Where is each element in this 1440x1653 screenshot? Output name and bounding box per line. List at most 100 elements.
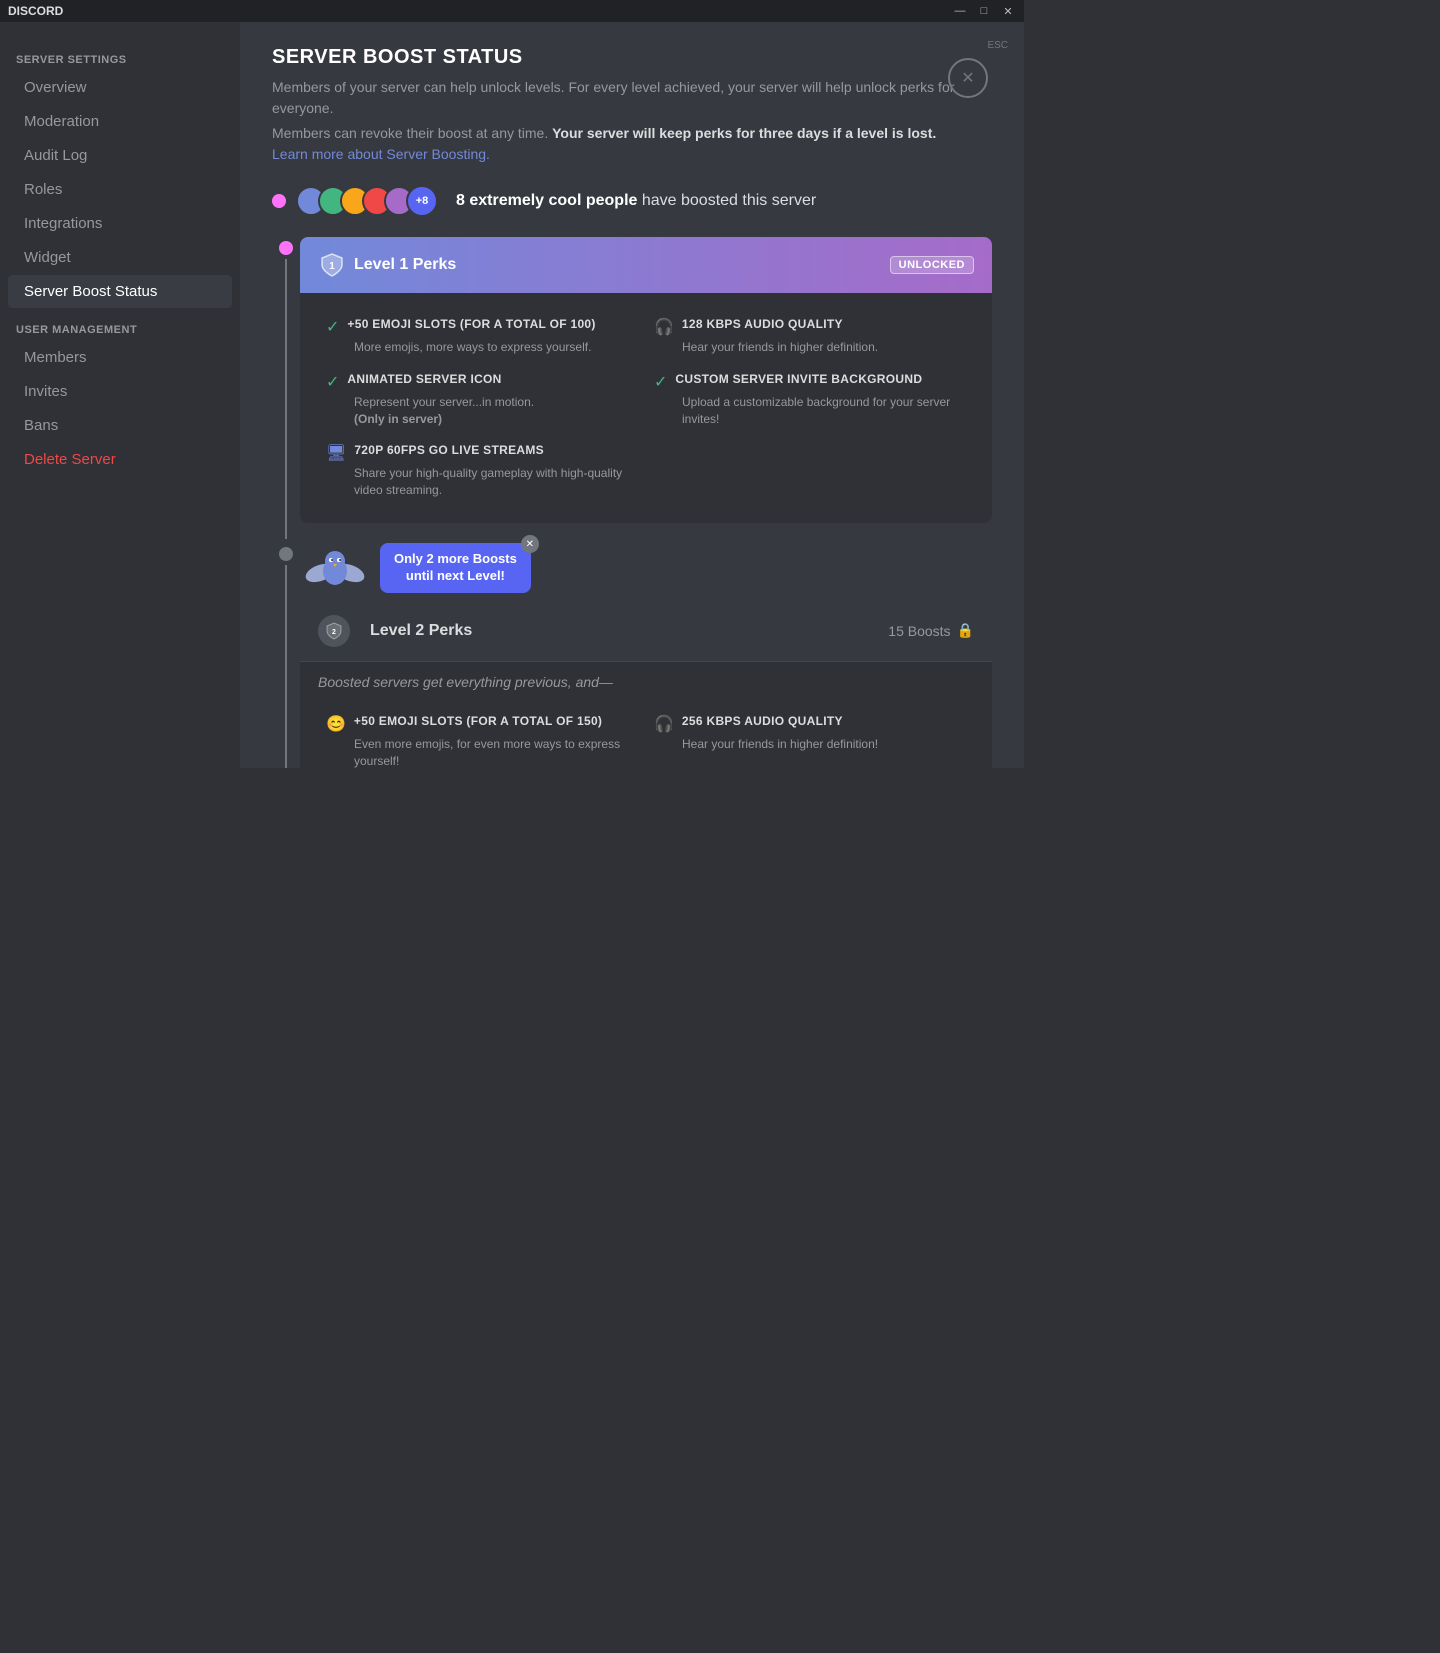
description-1: Members of your server can help unlock l… bbox=[272, 77, 992, 119]
sidebar-item-widget[interactable]: Widget bbox=[8, 241, 232, 274]
sidebar-item-audit-log[interactable]: Audit Log bbox=[8, 139, 232, 172]
titlebar: DISCORD — □ ✕ bbox=[0, 0, 1024, 22]
check-icon: ✓ bbox=[326, 372, 339, 392]
lock-icon: 🔒 bbox=[957, 622, 974, 639]
level1-timeline-dot bbox=[272, 194, 286, 208]
level1-timeline bbox=[272, 241, 300, 539]
perk-title: 256 KBPS AUDIO QUALITY bbox=[682, 714, 843, 728]
sidebar-item-label: Integrations bbox=[24, 215, 102, 232]
tooltip-line1: Only 2 more Boosts bbox=[394, 551, 517, 568]
perk-header: ✓ +50 EMOJI SLOTS (FOR A TOTAL OF 100) bbox=[326, 317, 638, 337]
sidebar-item-members[interactable]: Members bbox=[8, 341, 232, 374]
perk-title: +50 EMOJI SLOTS (FOR A TOTAL OF 100) bbox=[347, 317, 595, 331]
minimize-button[interactable]: — bbox=[952, 5, 968, 18]
level2-timeline bbox=[272, 547, 300, 768]
boost-mascot-svg bbox=[300, 543, 370, 593]
sidebar-item-overview[interactable]: Overview bbox=[8, 71, 232, 104]
sidebar-item-label: Widget bbox=[24, 249, 71, 266]
sidebar: SERVER SETTINGS Overview Moderation Audi… bbox=[0, 22, 240, 768]
boost-mascot bbox=[300, 543, 370, 593]
level1-title-text: Level 1 Perks bbox=[354, 256, 456, 274]
sidebar-item-label: Roles bbox=[24, 181, 62, 198]
perk-desc: Even more emojis, for even more ways to … bbox=[326, 736, 638, 768]
sidebar-item-label: Invites bbox=[24, 383, 67, 400]
perk-header: 🎧 128 KBPS AUDIO QUALITY bbox=[654, 317, 966, 337]
perk-item: ✓ CUSTOM SERVER INVITE BACKGROUND Upload… bbox=[646, 364, 974, 436]
level1-content: 1 Level 1 Perks UNLOCKED ✓ +50 EMOJI SLO… bbox=[300, 237, 992, 539]
sidebar-item-integrations[interactable]: Integrations bbox=[8, 207, 232, 240]
page-title: SERVER BOOST STATUS bbox=[272, 46, 992, 69]
sidebar-item-label: Members bbox=[24, 349, 87, 366]
headphones-icon: 🎧 bbox=[654, 317, 674, 337]
booster-count-badge: +8 bbox=[406, 185, 438, 217]
description-2-prefix: Members can revoke their boost at any ti… bbox=[272, 125, 552, 141]
close-dialog-button[interactable]: ✕ bbox=[948, 58, 988, 98]
perk-desc: Upload a customizable background for you… bbox=[654, 394, 966, 428]
booster-avatars: +8 bbox=[296, 185, 432, 217]
level1-perks-grid: ✓ +50 EMOJI SLOTS (FOR A TOTAL OF 100) M… bbox=[300, 293, 992, 523]
perk-header: ✓ ANIMATED SERVER ICON bbox=[326, 372, 638, 392]
level2-icon-circle: 2 bbox=[318, 615, 350, 647]
level2-dot bbox=[279, 547, 293, 561]
boosters-text: 8 extremely cool people have boosted thi… bbox=[456, 192, 816, 210]
level1-line bbox=[285, 259, 287, 539]
perk-desc: Share your high-quality gameplay with hi… bbox=[326, 465, 638, 499]
level2-tooltip-area: Only 2 more Boosts until next Level! ✕ bbox=[300, 543, 992, 593]
tooltip-close-button[interactable]: ✕ bbox=[521, 535, 539, 553]
perk-header: 🎧 256 KBPS AUDIO QUALITY bbox=[654, 714, 966, 734]
sidebar-item-label: Delete Server bbox=[24, 451, 116, 468]
boosters-suffix: have boosted this server bbox=[637, 192, 816, 209]
maximize-button[interactable]: □ bbox=[976, 5, 992, 18]
level2-shield-icon: 2 bbox=[324, 621, 344, 641]
description-2: Members can revoke their boost at any ti… bbox=[272, 123, 992, 165]
screen-icon: 🖥 bbox=[326, 443, 346, 463]
perk-title: ANIMATED SERVER ICON bbox=[347, 372, 501, 386]
svg-text:2: 2 bbox=[332, 629, 336, 636]
level1-title-area: 1 Level 1 Perks bbox=[318, 251, 456, 279]
boosters-section: +8 8 extremely cool people have boosted … bbox=[272, 185, 992, 217]
server-settings-label: SERVER SETTINGS bbox=[0, 54, 240, 70]
perk-desc: Represent your server...in motion.(Only … bbox=[326, 394, 638, 428]
sidebar-item-label: Server Boost Status bbox=[24, 283, 157, 300]
close-esc-area: ✕ ESC bbox=[987, 38, 1008, 51]
sidebar-item-delete-server[interactable]: Delete Server bbox=[8, 443, 232, 476]
check-icon: ✓ bbox=[654, 372, 667, 392]
perk-title: 128 KBPS AUDIO QUALITY bbox=[682, 317, 843, 331]
sidebar-item-label: Overview bbox=[24, 79, 87, 96]
level1-shield-icon: 1 bbox=[318, 251, 346, 279]
learn-more-link[interactable]: Learn more about Server Boosting. bbox=[272, 146, 490, 162]
level1-dot bbox=[279, 241, 293, 255]
description-2-bold: Your server will keep perks for three da… bbox=[552, 125, 936, 141]
headphones-icon: 🎧 bbox=[654, 714, 674, 734]
main-content: ✕ ESC SERVER BOOST STATUS Members of you… bbox=[240, 22, 1024, 768]
sidebar-item-moderation[interactable]: Moderation bbox=[8, 105, 232, 138]
sidebar-item-invites[interactable]: Invites bbox=[8, 375, 232, 408]
level1-card: 1 Level 1 Perks UNLOCKED ✓ +50 EMOJI SLO… bbox=[300, 237, 992, 523]
sidebar-item-server-boost-status[interactable]: Server Boost Status bbox=[8, 275, 232, 308]
app-layout: SERVER SETTINGS Overview Moderation Audi… bbox=[0, 22, 1024, 768]
sidebar-item-label: Audit Log bbox=[24, 147, 87, 164]
level2-boosts-label: 15 Boosts bbox=[888, 623, 950, 639]
perk-item: 😊 +50 EMOJI SLOTS (FOR A TOTAL OF 150) E… bbox=[318, 706, 646, 768]
level2-line bbox=[285, 565, 287, 768]
sidebar-item-label: Moderation bbox=[24, 113, 99, 130]
perk-header: ✓ CUSTOM SERVER INVITE BACKGROUND bbox=[654, 372, 966, 392]
level1-section: 1 Level 1 Perks UNLOCKED ✓ +50 EMOJI SLO… bbox=[272, 237, 992, 539]
perk-item: ✓ +50 EMOJI SLOTS (FOR A TOTAL OF 100) M… bbox=[318, 309, 646, 364]
close-button[interactable]: ✕ bbox=[1000, 5, 1016, 18]
sidebar-item-roles[interactable]: Roles bbox=[8, 173, 232, 206]
perk-header: 😊 +50 EMOJI SLOTS (FOR A TOTAL OF 150) bbox=[326, 714, 638, 734]
emoji-icon: 😊 bbox=[326, 714, 346, 734]
level2-header: 2 Level 2 Perks 15 Boosts 🔒 bbox=[300, 601, 992, 662]
level2-everything-previous: Boosted servers get everything previous,… bbox=[300, 662, 992, 690]
level2-section: Only 2 more Boosts until next Level! ✕ bbox=[272, 543, 992, 768]
perk-title: 720P 60FPS GO LIVE STREAMS bbox=[354, 443, 544, 457]
only-in-server-label: (Only in server) bbox=[354, 412, 442, 426]
sidebar-item-bans[interactable]: Bans bbox=[8, 409, 232, 442]
level2-content: Only 2 more Boosts until next Level! ✕ bbox=[300, 543, 992, 768]
user-management-label: USER MANAGEMENT bbox=[0, 324, 240, 340]
perk-item: 🎧 128 KBPS AUDIO QUALITY Hear your frien… bbox=[646, 309, 974, 364]
level2-boosts-count: 15 Boosts 🔒 bbox=[888, 622, 974, 639]
tooltip-line2: until next Level! bbox=[394, 568, 517, 585]
level1-header: 1 Level 1 Perks UNLOCKED bbox=[300, 237, 992, 293]
